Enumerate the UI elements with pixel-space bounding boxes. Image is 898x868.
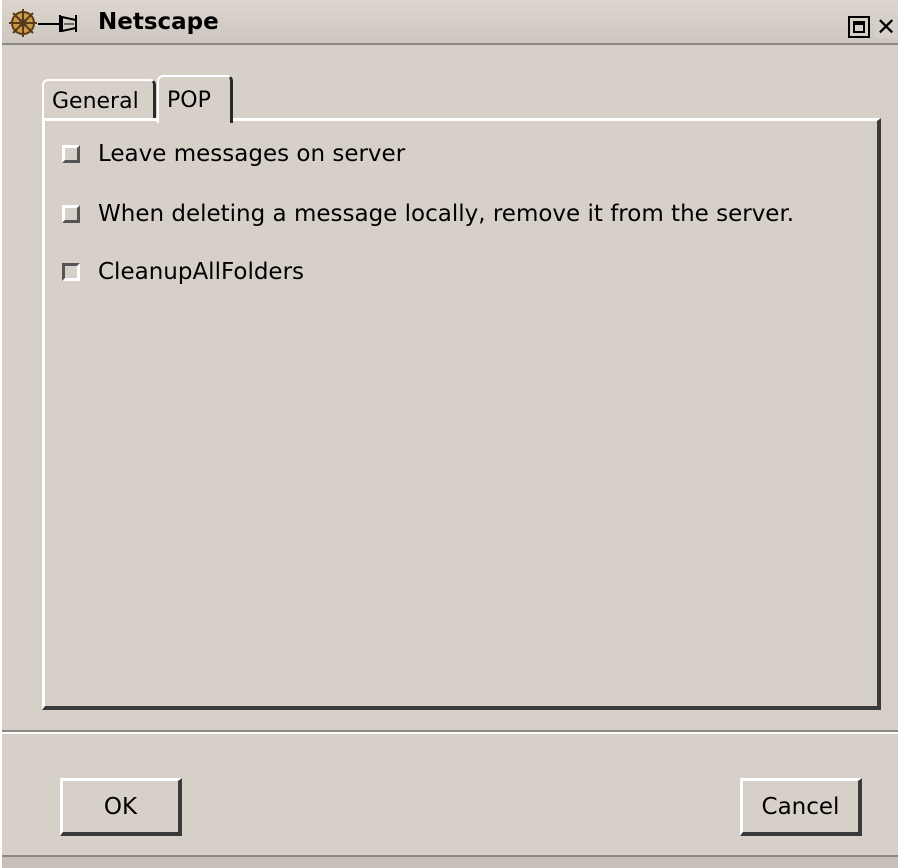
tab-general-label: General	[52, 89, 139, 114]
cancel-button-label: Cancel	[761, 793, 840, 820]
leave-messages-checkbox[interactable]	[62, 145, 80, 163]
dialog-window: Netscape ✕ General POP Leave messages on…	[0, 0, 898, 868]
cancel-button[interactable]: Cancel	[740, 778, 862, 836]
netscape-ship-wheel-icon[interactable]	[8, 8, 38, 38]
option-leave-messages[interactable]: Leave messages on server	[62, 139, 405, 169]
window-bottom-edge	[2, 855, 898, 868]
ok-button-label: OK	[103, 793, 138, 820]
delete-from-server-checkbox[interactable]	[62, 205, 80, 223]
close-icon: ✕	[875, 13, 897, 41]
title-bar[interactable]: Netscape ✕	[2, 0, 898, 45]
cleanup-all-folders-label: CleanupAllFolders	[98, 259, 305, 285]
leave-messages-label: Leave messages on server	[98, 141, 406, 167]
separator	[2, 730, 898, 734]
option-cleanup-all-folders[interactable]: CleanupAllFolders	[62, 257, 304, 287]
ok-button[interactable]: OK	[60, 778, 182, 836]
tab-pop-label: POP	[167, 88, 211, 113]
tab-general[interactable]: General	[42, 79, 156, 121]
delete-from-server-label: When deleting a message locally, remove …	[98, 201, 795, 227]
pop-settings-panel: Leave messages on server When deleting a…	[42, 118, 881, 710]
pin-icon[interactable]	[38, 12, 90, 34]
maximize-button[interactable]	[848, 16, 870, 38]
window-title: Netscape	[98, 9, 219, 35]
close-button[interactable]: ✕	[875, 13, 897, 41]
option-delete-from-server[interactable]: When deleting a message locally, remove …	[62, 199, 794, 229]
tab-pop[interactable]: POP	[157, 75, 233, 123]
cleanup-all-folders-checkbox[interactable]	[62, 263, 80, 281]
